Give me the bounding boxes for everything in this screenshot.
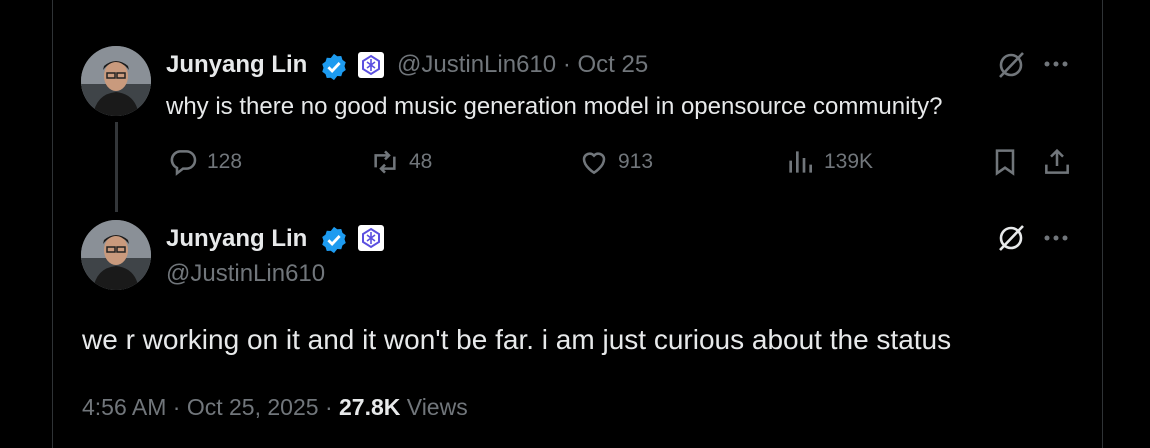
author-name[interactable]: Junyang Lin bbox=[166, 51, 307, 79]
views-label: Views bbox=[406, 394, 468, 420]
separator: · bbox=[562, 51, 571, 78]
like-icon bbox=[578, 146, 610, 178]
repost-icon bbox=[369, 146, 401, 178]
thread-connector-line bbox=[115, 122, 118, 212]
views-count: 27.8K bbox=[339, 394, 401, 420]
grok-icon[interactable] bbox=[995, 222, 1027, 254]
views-icon bbox=[784, 146, 816, 178]
tweet-meta: 4:56 AM · Oct 25, 2025 · 27.8K Views bbox=[82, 394, 468, 421]
views-count: 139K bbox=[824, 150, 874, 173]
timeline-column: Junyang Lin @JustinLin610 · Oct 25 why i… bbox=[52, 0, 1103, 448]
author-handle[interactable]: @JustinLin610 bbox=[397, 51, 556, 78]
tweet-date[interactable]: Oct 25, 2025 bbox=[187, 394, 319, 420]
more-icon[interactable] bbox=[1043, 228, 1069, 248]
reply-icon bbox=[167, 146, 199, 178]
separator: · bbox=[172, 394, 181, 420]
author-handle[interactable]: @JustinLin610 bbox=[166, 260, 325, 288]
author-name[interactable]: Junyang Lin bbox=[166, 225, 307, 253]
like-button[interactable]: 913 bbox=[578, 146, 653, 178]
tweet-date[interactable]: Oct 25 bbox=[577, 51, 648, 78]
separator: · bbox=[324, 394, 333, 420]
tweet-handle-date: @JustinLin610 · Oct 25 bbox=[397, 51, 648, 79]
more-icon[interactable] bbox=[1043, 54, 1069, 74]
reply-button[interactable]: 128 bbox=[167, 146, 242, 178]
views-button[interactable]: 139K bbox=[784, 146, 873, 178]
avatar[interactable] bbox=[81, 220, 151, 290]
tweet-text: we r working on it and it won't be far. … bbox=[82, 324, 952, 355]
verified-badge-icon bbox=[319, 225, 349, 255]
avatar[interactable] bbox=[81, 46, 151, 116]
repost-button[interactable]: 48 bbox=[369, 146, 432, 178]
tweet-time[interactable]: 4:56 AM bbox=[82, 394, 166, 420]
tweet-text: why is there no good music generation mo… bbox=[166, 93, 943, 120]
repost-count: 48 bbox=[409, 150, 433, 173]
affiliate-badge-icon[interactable] bbox=[358, 52, 384, 78]
bookmark-icon[interactable] bbox=[989, 146, 1021, 178]
grok-icon[interactable] bbox=[995, 49, 1027, 81]
reply-count: 128 bbox=[207, 150, 243, 173]
share-icon[interactable] bbox=[1041, 146, 1073, 178]
affiliate-badge-icon[interactable] bbox=[358, 225, 384, 251]
like-count: 913 bbox=[618, 150, 654, 173]
verified-badge-icon bbox=[319, 52, 349, 82]
